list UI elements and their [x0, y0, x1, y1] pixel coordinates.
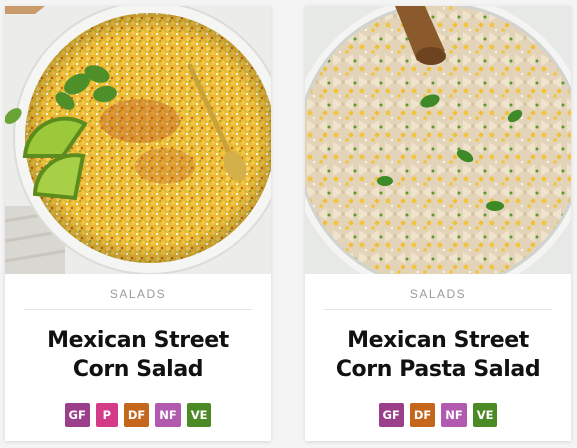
badge-paleo: P — [95, 403, 118, 427]
recipe-card-corn-salad[interactable]: SALADS Mexican Street Corn Salad GF P DF… — [5, 6, 271, 441]
recipe-title-line: Mexican Street — [47, 328, 229, 353]
recipe-category[interactable]: SALADS — [305, 287, 571, 301]
recipe-title-line: Mexican Street — [347, 328, 529, 353]
badge-nut-free: NF — [441, 403, 467, 427]
recipe-title[interactable]: Mexican Street Corn Salad — [5, 326, 271, 384]
diet-badges: GF DF NF VE — [305, 403, 571, 427]
badge-dairy-free: DF — [409, 403, 436, 427]
recipe-card-corn-pasta-salad[interactable]: SALADS Mexican Street Corn Pasta Salad G… — [305, 6, 571, 441]
recipe-title[interactable]: Mexican Street Corn Pasta Salad — [305, 326, 571, 384]
recipe-title-line: Corn Salad — [72, 357, 204, 382]
corn-pasta-salad-image — [305, 6, 571, 274]
divider — [24, 309, 252, 310]
recipe-photo-corn-salad[interactable] — [5, 6, 271, 274]
badge-dairy-free: DF — [123, 403, 150, 427]
corn-salad-image — [5, 6, 271, 274]
divider — [324, 309, 552, 310]
badge-gluten-free: GF — [64, 403, 90, 427]
recipe-grid: SALADS Mexican Street Corn Salad GF P DF… — [0, 0, 577, 448]
badge-vegan: VE — [186, 403, 212, 427]
recipe-photo-corn-pasta-salad[interactable] — [305, 6, 571, 274]
recipe-title-line: Corn Pasta Salad — [335, 357, 541, 382]
recipe-category[interactable]: SALADS — [5, 287, 271, 301]
diet-badges: GF P DF NF VE — [5, 403, 271, 427]
badge-nut-free: NF — [155, 403, 181, 427]
badge-gluten-free: GF — [378, 403, 404, 427]
badge-vegan: VE — [472, 403, 498, 427]
